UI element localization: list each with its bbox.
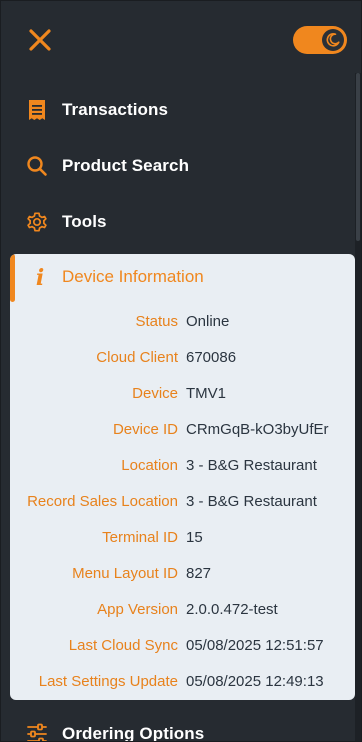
info-value: 05/08/2025 12:49:13 xyxy=(186,673,324,690)
info-row-terminal-id: Terminal ID 15 xyxy=(10,526,355,550)
info-value: 827 xyxy=(186,565,212,582)
nav-label-ordering-options: Ordering Options xyxy=(62,724,205,742)
scrollbar-thumb[interactable] xyxy=(356,73,360,241)
info-label: Record Sales Location xyxy=(27,493,178,510)
menu-header xyxy=(1,1,361,81)
nav-item-tools[interactable]: Tools xyxy=(1,194,351,250)
nav-item-product-search[interactable]: Product Search xyxy=(1,138,351,194)
info-value: 05/08/2025 12:51:57 xyxy=(186,637,324,654)
info-row-device-id: Device ID CRmGqB-kO3byUfEr xyxy=(10,418,355,442)
info-value: 3 - B&G Restaurant xyxy=(186,493,317,510)
info-label: Last Cloud Sync xyxy=(68,637,178,654)
info-row-cloud-client: Cloud Client 670086 xyxy=(10,346,355,370)
search-icon xyxy=(25,154,49,178)
gear-icon xyxy=(25,210,49,234)
info-label: Cloud Client xyxy=(96,349,178,366)
info-label: Device xyxy=(132,385,178,402)
nav-label-tools: Tools xyxy=(62,212,107,231)
info-value: CRmGqB-kO3byUfEr xyxy=(186,421,329,438)
info-label: Status xyxy=(135,313,178,330)
theme-toggle-knob xyxy=(322,29,344,51)
theme-toggle[interactable] xyxy=(293,26,347,54)
receipt-icon xyxy=(25,98,49,122)
info-row-device: Device TMV1 xyxy=(10,382,355,406)
info-label: Last Settings Update xyxy=(38,673,178,690)
info-value: 15 xyxy=(186,529,203,546)
info-row-menu-layout-id: Menu Layout ID 827 xyxy=(10,562,355,586)
nav-item-ordering-options[interactable]: Ordering Options xyxy=(1,706,351,742)
nav-item-transactions[interactable]: Transactions xyxy=(1,82,351,138)
info-value: Online xyxy=(186,313,230,330)
side-menu: Transactions Product Search Tools i Devi… xyxy=(0,0,362,742)
device-information-header[interactable]: i Device Information xyxy=(10,254,355,302)
nav-label-product-search: Product Search xyxy=(62,156,190,175)
info-row-last-cloud-sync: Last Cloud Sync 05/08/2025 12:51:57 xyxy=(10,634,355,658)
info-row-last-settings-update: Last Settings Update 05/08/2025 12:49:13 xyxy=(10,670,355,694)
info-label: Terminal ID xyxy=(102,529,178,546)
info-icon: i xyxy=(35,265,45,291)
device-information-title: Device Information xyxy=(62,267,204,286)
info-label: Device ID xyxy=(112,421,178,438)
info-label: Menu Layout ID xyxy=(72,565,178,582)
info-value: 670086 xyxy=(186,349,237,366)
info-row-app-version: App Version 2.0.0.472-test xyxy=(10,598,355,622)
sliders-icon xyxy=(25,722,49,741)
info-value: TMV1 xyxy=(186,385,227,402)
nav-label-transactions: Transactions xyxy=(62,100,169,119)
close-icon xyxy=(29,29,51,51)
info-value: 2.0.0.472-test xyxy=(186,601,278,618)
info-label: Location xyxy=(121,457,178,474)
info-label: App Version xyxy=(97,601,178,618)
device-information-panel: i Device Information Status Online Cloud… xyxy=(10,254,355,700)
info-value: 3 - B&G Restaurant xyxy=(186,457,317,474)
moon-icon xyxy=(326,32,340,47)
info-row-status: Status Online xyxy=(10,310,355,334)
info-row-location: Location 3 - B&G Restaurant xyxy=(10,454,355,478)
close-button[interactable] xyxy=(25,25,55,55)
info-row-record-sales-location: Record Sales Location 3 - B&G Restaurant xyxy=(10,490,355,514)
